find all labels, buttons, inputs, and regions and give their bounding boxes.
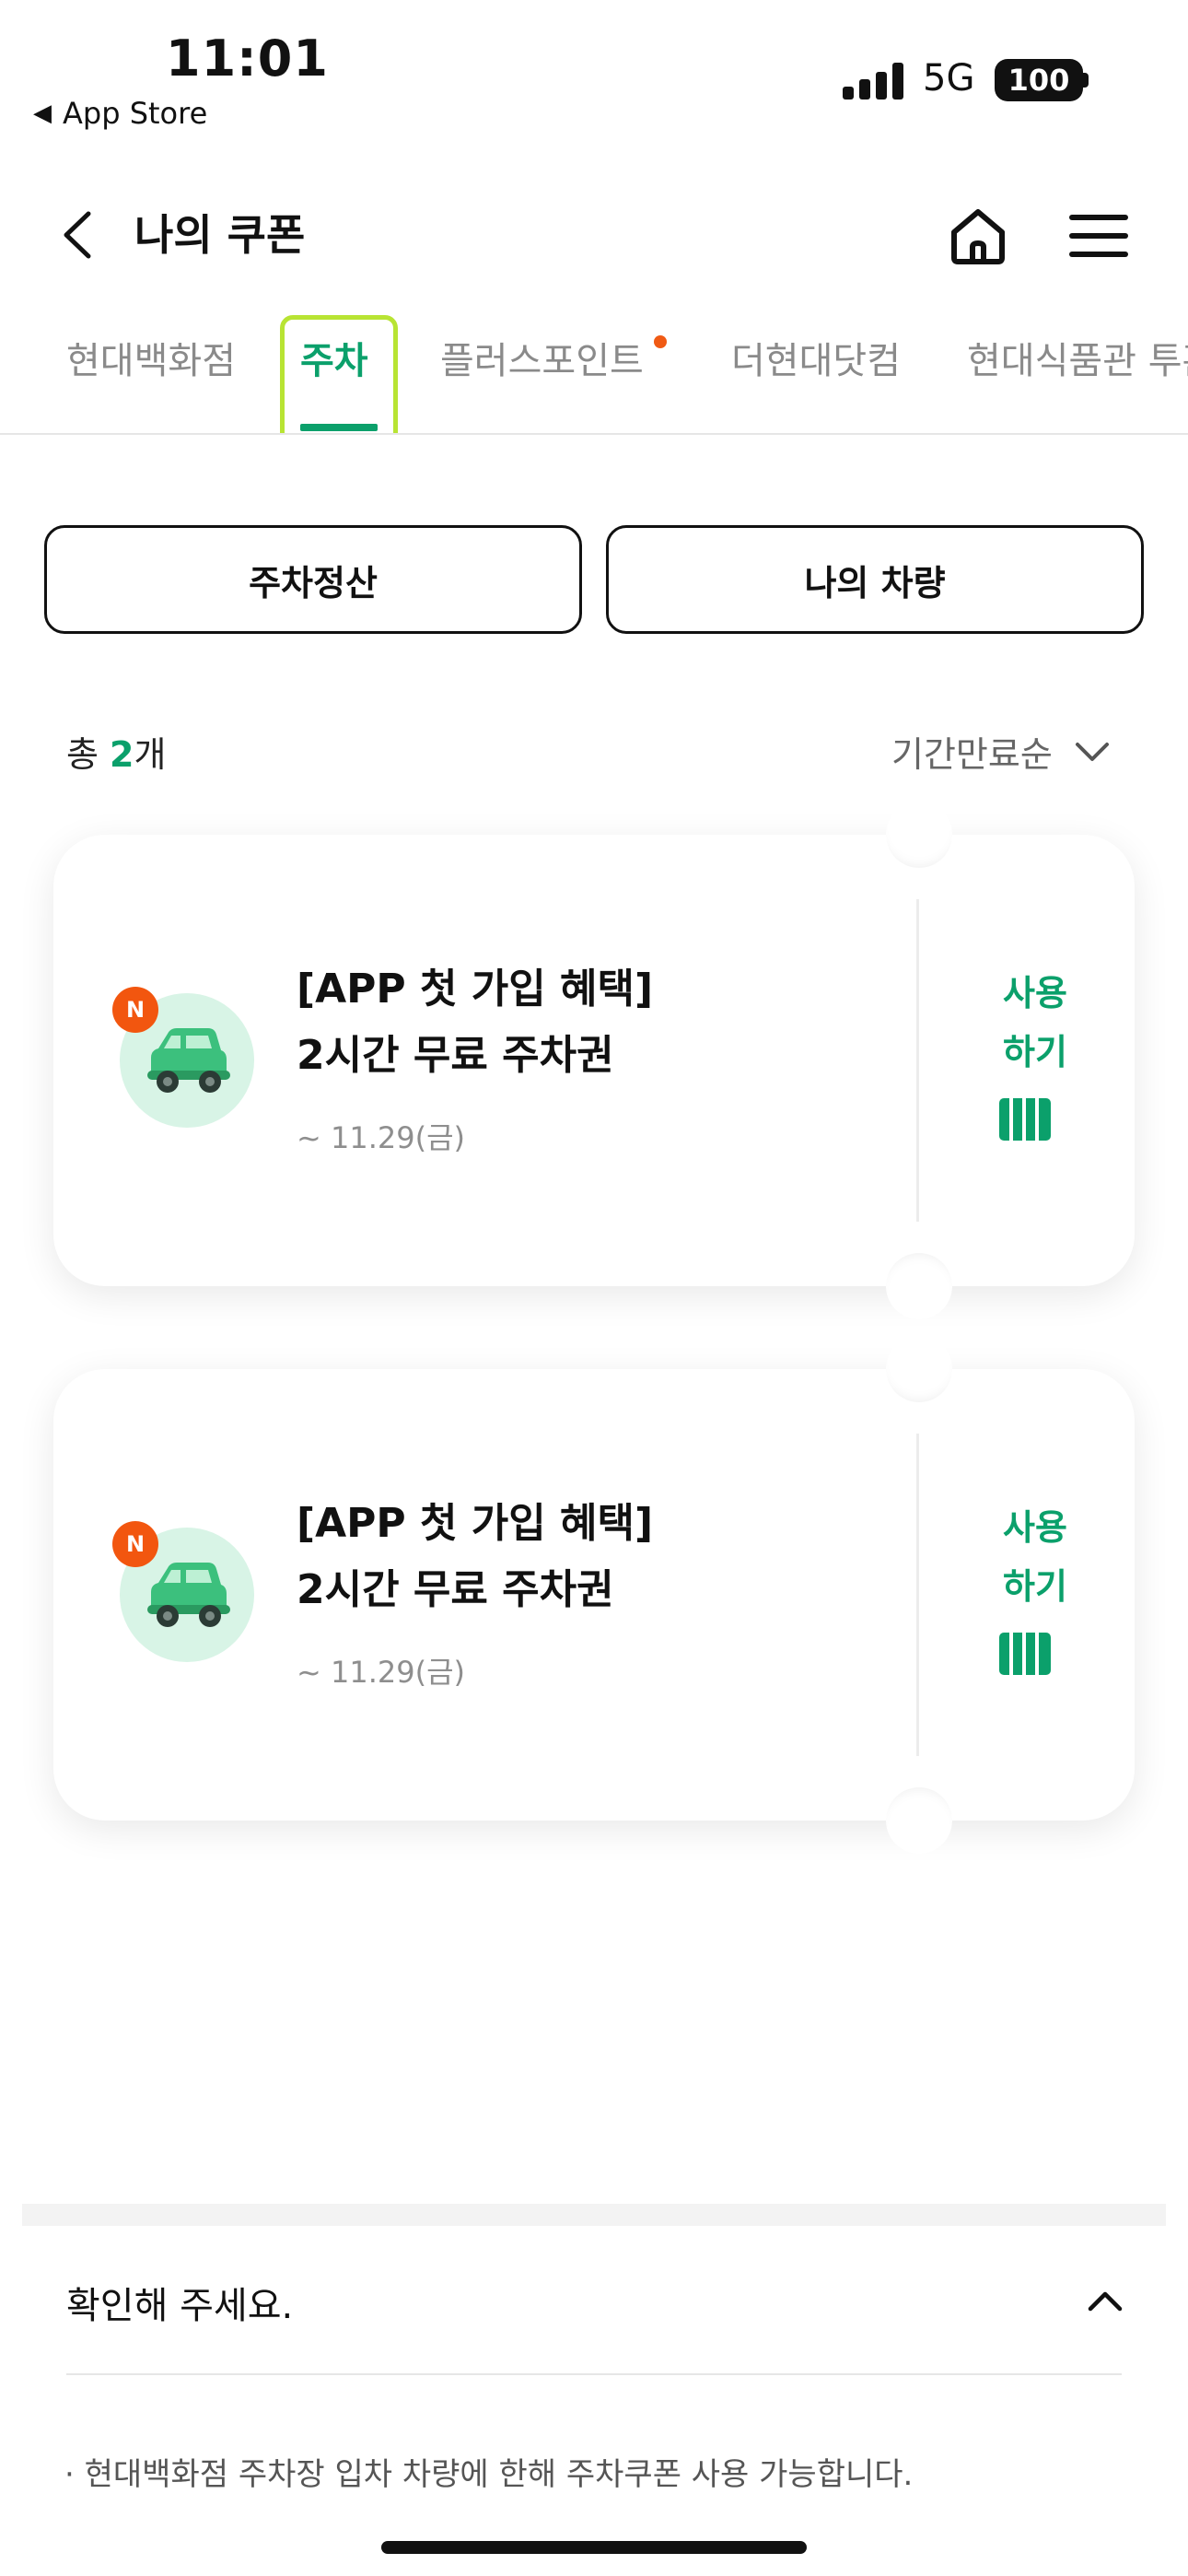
back-button[interactable]	[53, 203, 99, 267]
parking-payment-button[interactable]: 주차정산	[44, 525, 582, 634]
coupon-title-line1: [APP 첫 가입 혜택]	[297, 966, 654, 1013]
home-indicator[interactable]	[381, 2541, 807, 2554]
ticket-divider	[916, 899, 919, 1222]
active-tab-indicator	[300, 424, 378, 431]
count-suffix: 개	[134, 734, 167, 775]
sort-label: 기간만료순	[891, 734, 1053, 775]
use-label-line2: 하기	[1003, 1032, 1067, 1072]
coupon-card[interactable]: N [APP 첫 가입 혜택] 2시간 무료 주차권 ~ 11.29(금) 사용…	[53, 802, 1135, 1319]
barcode-icon[interactable]	[997, 1096, 1053, 1142]
coupon-title-line1: [APP 첫 가입 혜택]	[297, 1500, 654, 1547]
battery-level: 100	[1007, 63, 1070, 98]
home-button[interactable]	[943, 201, 1013, 271]
barcode-icon[interactable]	[997, 1631, 1053, 1677]
use-label-line1: 사용	[1003, 973, 1067, 1013]
notice-title: 확인해 주세요.	[66, 2285, 294, 2327]
chevron-up-icon	[1088, 2291, 1123, 2312]
collapse-notice-button[interactable]	[1079, 2276, 1131, 2327]
count-prefix: 총	[66, 734, 111, 775]
status-time: 11:01	[166, 29, 329, 88]
coupon-expiry: ~ 11.29(금)	[297, 1655, 466, 1690]
coupon-title-line2: 2시간 무료 주차권	[297, 1566, 614, 1613]
coupon-title: [APP 첫 가입 혜택] 2시간 무료 주차권	[297, 956, 653, 1089]
tab-the-hyundai-com[interactable]: 더현대닷컴	[731, 304, 901, 433]
use-coupon-button[interactable]: 사용 하기	[989, 964, 1081, 1082]
signal-icon	[843, 63, 903, 100]
ticket-notch	[886, 1336, 952, 1402]
home-icon	[951, 209, 1005, 264]
chevron-left-icon	[64, 211, 91, 259]
tab-parking[interactable]: 주차	[300, 304, 368, 433]
section-divider	[22, 2204, 1166, 2226]
coupon-count: 총 2개	[66, 726, 166, 777]
coupon-title: [APP 첫 가입 혜택] 2시간 무료 주차권	[297, 1491, 653, 1623]
network-label: 5G	[923, 57, 975, 100]
sort-dropdown[interactable]: 기간만료순	[891, 726, 1110, 777]
category-tabs: 현대백화점 주차 플러스포인트 더현대닷컴 현대식품관 투홈	[0, 304, 1188, 435]
battery-tip	[1083, 73, 1089, 88]
new-badge: N	[112, 987, 158, 1033]
notice-divider	[66, 2373, 1122, 2375]
menu-button[interactable]	[1068, 210, 1129, 262]
tab-hyundai-department-store[interactable]: 현대백화점	[66, 304, 236, 433]
ticket-notch	[886, 1787, 952, 1854]
use-label-line2: 하기	[1003, 1566, 1067, 1607]
back-to-app-store[interactable]: ◀ App Store	[33, 96, 207, 131]
use-label-line1: 사용	[1003, 1507, 1067, 1548]
status-bar: 11:01 ◀ App Store 5G 100	[0, 0, 1188, 138]
my-vehicle-button[interactable]: 나의 차량	[606, 525, 1144, 634]
chevron-down-icon	[1075, 742, 1109, 761]
ticket-divider	[916, 1434, 919, 1756]
header: 나의 쿠폰	[0, 184, 1188, 286]
back-to-app-label: App Store	[63, 96, 208, 131]
new-dot-badge	[654, 335, 667, 348]
battery-icon: 100	[995, 59, 1083, 101]
coupon-expiry: ~ 11.29(금)	[297, 1120, 466, 1155]
back-triangle-icon: ◀	[33, 100, 52, 127]
tab-plus-point[interactable]: 플러스포인트	[440, 304, 644, 433]
notice-text: · 현대백화점 주차장 입차 차량에 한해 주차쿠폰 사용 가능합니다.	[64, 2456, 914, 2493]
tab-food-hall-to-home[interactable]: 현대식품관 투홈	[967, 304, 1188, 433]
ticket-notch	[886, 1253, 952, 1319]
coupon-card[interactable]: N [APP 첫 가입 혜택] 2시간 무료 주차권 ~ 11.29(금) 사용…	[53, 1336, 1135, 1854]
count-number: 2	[110, 734, 134, 775]
use-coupon-button[interactable]: 사용 하기	[989, 1498, 1081, 1616]
coupon-title-line2: 2시간 무료 주차권	[297, 1032, 614, 1079]
hamburger-menu-icon	[1069, 215, 1128, 257]
new-badge: N	[112, 1521, 158, 1567]
page-title: 나의 쿠폰	[134, 210, 306, 260]
ticket-notch	[886, 802, 952, 868]
